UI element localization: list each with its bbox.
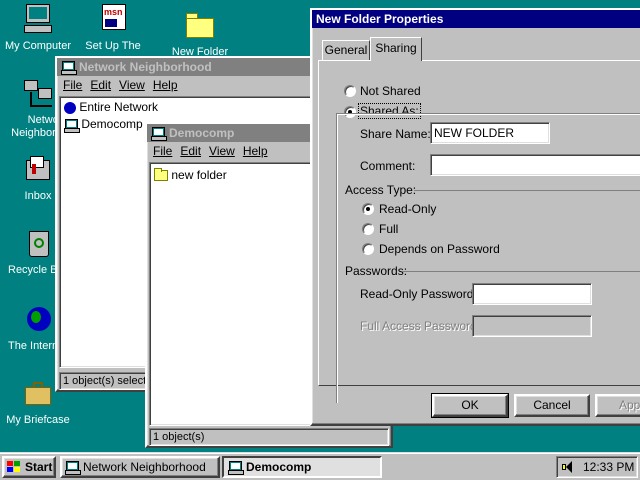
not-shared-label[interactable]: Not Shared bbox=[360, 84, 421, 98]
full-radio[interactable] bbox=[362, 223, 374, 235]
computer-icon bbox=[22, 4, 54, 36]
taskbar: Start Network Neighborhood Democomp 12:3… bbox=[0, 452, 640, 480]
recycle-bin-icon bbox=[22, 228, 54, 260]
menu-help[interactable]: Help bbox=[151, 78, 184, 92]
read-only-radio[interactable] bbox=[362, 203, 374, 215]
tab-sharing[interactable]: Sharing bbox=[370, 37, 422, 61]
read-only-label[interactable]: Read-Only bbox=[379, 202, 436, 216]
passwords-label: Passwords: bbox=[345, 264, 410, 278]
globe-icon bbox=[64, 101, 76, 114]
computer-icon bbox=[228, 461, 244, 475]
menu-file[interactable]: File bbox=[151, 144, 178, 158]
network-icon bbox=[65, 461, 81, 475]
menu-file[interactable]: File bbox=[61, 78, 88, 92]
clock[interactable]: 12:33 PM bbox=[583, 460, 634, 474]
network-icon bbox=[22, 78, 54, 110]
desktop-icon-label: My Computer bbox=[4, 40, 72, 52]
full-label[interactable]: Full bbox=[379, 222, 398, 236]
dialog-title: New Folder Properties bbox=[316, 12, 444, 26]
access-type-line bbox=[414, 190, 640, 191]
system-tray: 12:33 PM bbox=[556, 456, 638, 478]
tab-general[interactable]: General bbox=[322, 40, 370, 60]
access-type-label: Access Type: bbox=[345, 183, 419, 197]
desktop-icon-my-computer[interactable]: My Computer bbox=[0, 4, 76, 52]
taskbar-button-network-neighborhood[interactable]: Network Neighborhood bbox=[60, 456, 220, 478]
list-item[interactable]: new folder bbox=[154, 168, 227, 182]
computer-icon bbox=[151, 127, 167, 141]
status-bar: 1 object(s) bbox=[149, 428, 389, 446]
menu-edit[interactable]: Edit bbox=[88, 78, 117, 92]
cancel-button[interactable]: Cancel bbox=[514, 394, 590, 417]
window-title: Network Neighborhood bbox=[79, 60, 212, 74]
share-name-input[interactable]: NEW FOLDER bbox=[430, 122, 550, 144]
inbox-icon bbox=[22, 154, 54, 186]
ok-button[interactable]: OK bbox=[431, 393, 509, 418]
list-item[interactable]: Democomp bbox=[64, 117, 143, 133]
full-access-password-input bbox=[472, 315, 592, 337]
list-item[interactable]: Entire Network bbox=[64, 100, 158, 114]
folder-icon bbox=[184, 10, 216, 42]
comment-label: Comment: bbox=[360, 159, 416, 173]
read-only-password-label: Read-Only Password: bbox=[360, 287, 477, 301]
properties-dialog[interactable]: New Folder Properties General Sharing No… bbox=[310, 8, 640, 426]
speaker-icon[interactable] bbox=[561, 460, 575, 474]
start-button[interactable]: Start bbox=[2, 456, 56, 478]
apply-button[interactable]: Apply bbox=[595, 394, 640, 417]
briefcase-icon bbox=[22, 378, 54, 410]
menu-view[interactable]: View bbox=[207, 144, 241, 158]
window-title: Democomp bbox=[169, 126, 235, 140]
title-bar[interactable]: Network Neighborhood bbox=[57, 58, 313, 76]
menu-view[interactable]: View bbox=[117, 78, 151, 92]
menu-edit[interactable]: Edit bbox=[178, 144, 207, 158]
comment-input[interactable] bbox=[430, 154, 640, 176]
taskbar-button-democomp[interactable]: Democomp bbox=[222, 456, 382, 478]
desktop-icon-label: My Briefcase bbox=[6, 414, 70, 426]
desktop-icon-new-folder[interactable]: New Folder bbox=[162, 10, 238, 58]
full-access-password-label: Full Access Password: bbox=[360, 319, 481, 333]
menu-help[interactable]: Help bbox=[241, 144, 274, 158]
internet-icon bbox=[22, 304, 54, 336]
desktop-icon-label: Set Up The bbox=[85, 40, 141, 52]
folder-icon bbox=[154, 168, 168, 182]
not-shared-radio[interactable] bbox=[344, 85, 356, 97]
network-icon bbox=[61, 61, 77, 75]
msn-icon: msn bbox=[97, 4, 129, 36]
depends-on-password-label[interactable]: Depends on Password bbox=[379, 242, 500, 256]
depends-on-password-radio[interactable] bbox=[362, 243, 374, 255]
windows-logo-icon bbox=[6, 460, 22, 474]
read-only-password-input[interactable] bbox=[472, 283, 592, 305]
desktop-icon-msn[interactable]: msn Set Up The bbox=[75, 4, 151, 52]
passwords-line bbox=[402, 271, 640, 272]
computer-icon bbox=[64, 118, 80, 133]
menu-bar: File Edit View Help bbox=[57, 76, 313, 94]
title-bar[interactable]: New Folder Properties bbox=[312, 10, 640, 28]
share-name-label: Share Name: bbox=[360, 127, 431, 141]
